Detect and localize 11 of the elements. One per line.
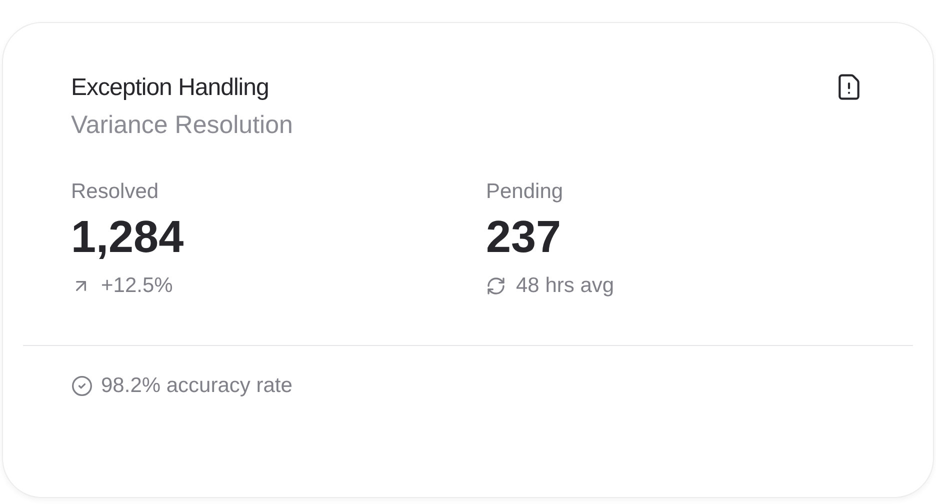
card-title: Exception Handling	[71, 74, 269, 102]
stat-label: Resolved	[71, 180, 160, 204]
stat-value: 1,284	[71, 212, 185, 262]
footer-text: 98.2% accuracy rate	[101, 374, 292, 398]
check-circle-icon	[71, 375, 93, 397]
stat-label: Pending	[486, 180, 564, 204]
stat-note: +12.5%	[101, 274, 173, 298]
stat-value: 237	[486, 212, 562, 262]
card-subtitle: Variance Resolution	[71, 111, 294, 140]
refresh-icon	[486, 276, 506, 296]
stat-note: 48 hrs avg	[516, 274, 614, 298]
